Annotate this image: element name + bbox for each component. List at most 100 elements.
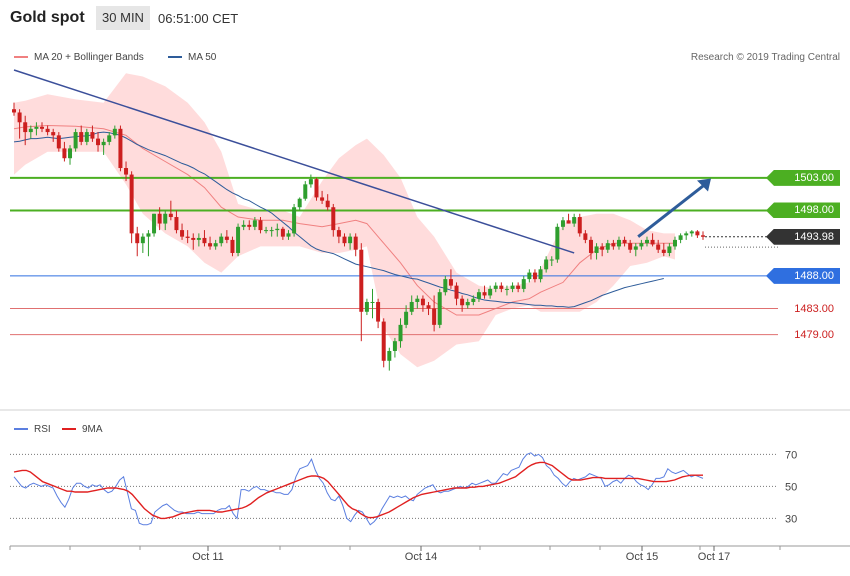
legend-swatch-9ma [62,428,76,431]
candle-body [409,301,414,312]
price-label-resistance: 1498.00 [766,202,840,219]
candle-body [448,279,453,286]
candle-body [224,236,229,240]
candle-body [314,179,319,198]
candle-body [376,301,381,322]
candle-body [504,288,509,290]
candle-body [359,249,364,312]
x-tick-label: Oct 17 [698,551,730,563]
rsi-tick-label: 50 [785,481,797,493]
candle-body [34,126,39,129]
candle-body [532,272,537,280]
candle-body [79,132,84,142]
candle-body [40,126,45,129]
candle-body [303,184,308,199]
candle-body [140,236,145,244]
candle-body [695,231,700,236]
candle-body [107,135,112,142]
rsi-panel: 30 50 70 [10,449,797,526]
x-tick-label: Oct 14 [405,551,437,563]
candle-body [443,279,448,293]
candle-body [353,236,358,250]
candle-body [219,236,224,244]
legend-9ma: 9MA [62,424,103,435]
candle-body [124,168,129,175]
candle-body [420,298,425,306]
candle-body [286,233,291,237]
legend-label-rsi: RSI [34,424,51,435]
candle-body [672,239,677,247]
price-label-resistance: 1503.00 [766,169,840,186]
candle-body [432,308,437,325]
candle-body [493,285,498,289]
candle-body [308,179,313,185]
candle-body [297,198,302,208]
candle-body [191,237,196,240]
candle-body [633,246,638,250]
price-label-current: 1493.98 [766,228,840,245]
candle-body [146,233,151,237]
candle-body [68,148,73,159]
candle-body [84,132,89,142]
candle-body [331,207,336,231]
candle-body [348,236,353,244]
candle-body [460,298,465,306]
x-tick-label: Oct 11 [192,551,224,563]
rsi-tick-label: 30 [785,513,797,525]
candle-body [12,109,16,113]
candle-body [622,239,627,244]
candle-body [488,288,493,296]
candle-body [370,301,375,303]
candle-body [23,122,28,133]
candle-body [667,246,672,253]
candle-body [336,230,341,237]
candle-body [241,224,246,227]
candle-body [577,217,582,234]
candle-body [320,197,325,201]
candle-body [163,213,168,224]
candle-body [202,237,207,244]
candle-body [280,228,285,237]
candle-body [437,292,442,325]
candle-body [510,285,515,289]
candle-body [51,132,56,136]
x-axis: Oct 11 Oct 14 Oct 15 Oct 17 [9,545,850,563]
candle-body [56,135,61,149]
candle-body [185,236,190,238]
candle-body [465,301,470,306]
candle-body [516,285,521,289]
price-chart: 30 50 70 Oct 11 Oct 14 Oct 15 Oct 17 [0,69,850,563]
candle-body [168,213,173,218]
candle-body [650,239,655,245]
candle-body [605,243,610,250]
legend-swatch-rsi [14,428,28,431]
candle-body [264,230,269,232]
candle-body [196,237,201,240]
candle-body [157,213,162,224]
candle-body [45,128,50,133]
candle-body [364,301,369,312]
candle-body [112,128,117,136]
candle-body [90,132,95,139]
candle-body [152,213,157,234]
candle-body [611,243,616,247]
candle-body [678,235,683,240]
candle-body [180,230,185,237]
candle-body [174,217,179,231]
candle-body [387,350,392,361]
candle-body [471,298,476,302]
candle-body [628,243,633,250]
candle-body [129,174,134,234]
candle-body [292,207,297,234]
candle-body [269,230,274,232]
candle-body [392,341,397,351]
legend-label-9ma: 9MA [82,424,103,435]
candle-body [560,220,565,227]
candle-body [588,239,593,253]
candle-body [404,311,409,325]
candle-body [527,272,532,280]
candle-body [230,239,235,253]
candle-body [398,324,403,342]
rsi-tick-label: 70 [785,449,797,461]
candle-body [236,226,241,253]
